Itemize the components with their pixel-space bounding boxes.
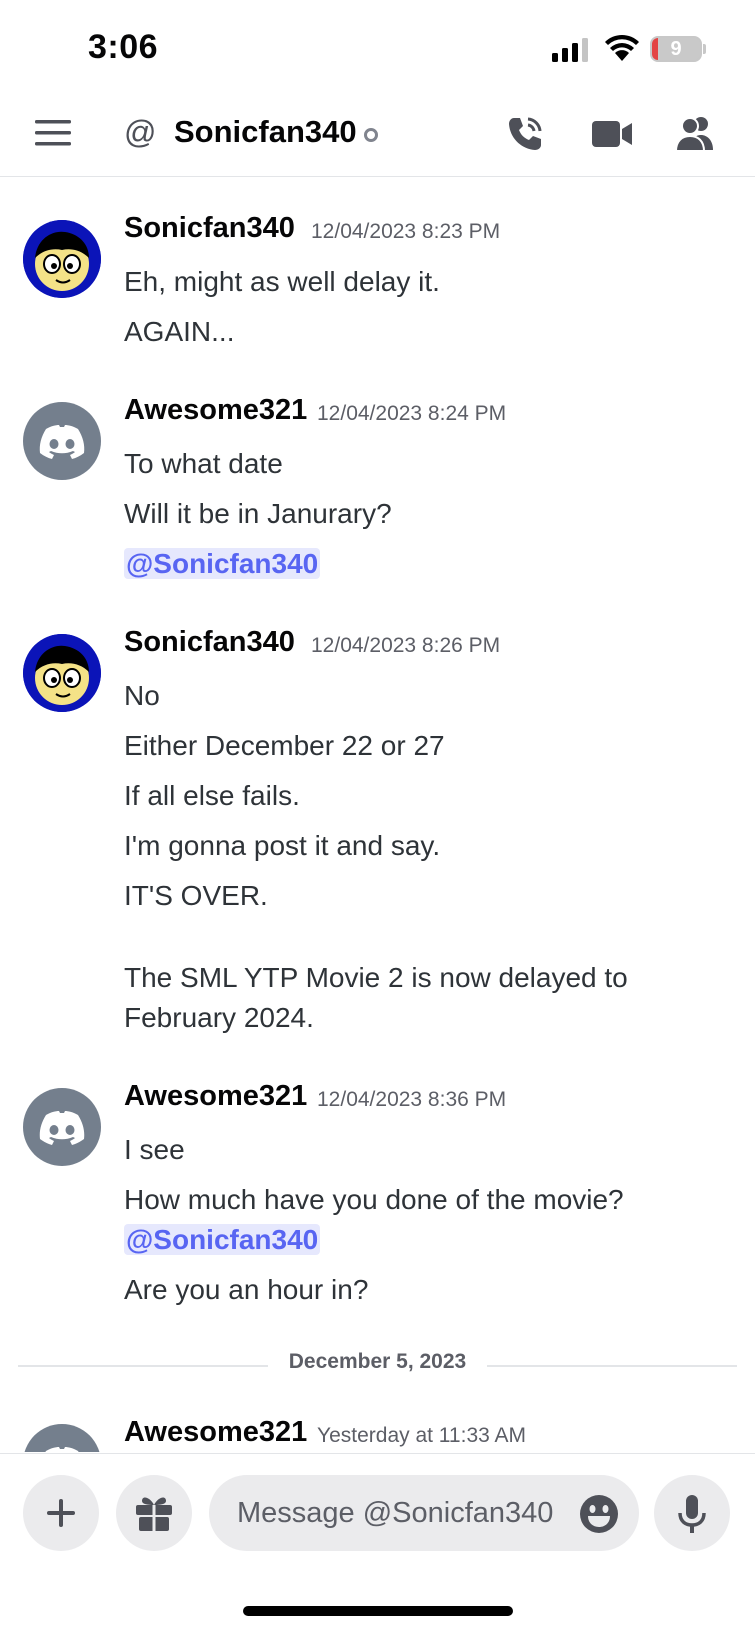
page-title[interactable]: Sonicfan340: [174, 114, 357, 150]
microphone-icon: [678, 1495, 706, 1533]
message-text: If all else fails.: [124, 780, 300, 811]
message-list[interactable]: Sonicfan340 12/04/2023 8:23 PM Eh, might…: [0, 178, 755, 1452]
message-timestamp: 12/04/2023 8:36 PM: [317, 1088, 507, 1111]
at-icon: @: [124, 114, 157, 150]
message-timestamp: 12/04/2023 8:23 PM: [311, 220, 501, 243]
message-text: The SML YTP Movie 2 is now delayed to: [124, 962, 628, 993]
message-author[interactable]: Sonicfan340: [124, 212, 295, 245]
message-text: I see: [124, 1134, 185, 1165]
home-indicator: [243, 1606, 513, 1616]
message-author[interactable]: Awesome321: [124, 1416, 307, 1449]
message-text: Either December 22 or 27: [124, 730, 445, 761]
discord-logo-icon: [45, 1447, 79, 1452]
wifi-icon: [605, 34, 639, 61]
avatar[interactable]: [23, 634, 101, 712]
message-timestamp: 12/04/2023 8:24 PM: [317, 402, 507, 425]
cartoon-avatar-icon: [23, 220, 101, 298]
user-mention[interactable]: @Sonicfan340: [124, 548, 321, 579]
video-camera-icon[interactable]: [590, 117, 634, 151]
avatar[interactable]: [23, 220, 101, 298]
message-author[interactable]: Awesome321: [124, 394, 307, 427]
gift-icon: [136, 1497, 172, 1531]
voice-message-button[interactable]: [654, 1475, 730, 1551]
message-input[interactable]: [209, 1475, 639, 1551]
offline-status-icon: [364, 128, 378, 142]
message-timestamp: Yesterday at 11:33 AM: [317, 1424, 526, 1447]
message-text: No: [124, 680, 160, 711]
message-author[interactable]: Sonicfan340: [124, 626, 295, 659]
avatar[interactable]: [23, 1424, 101, 1452]
message-timestamp: 12/04/2023 8:26 PM: [311, 634, 501, 657]
battery-level: 9: [670, 38, 682, 60]
gift-button[interactable]: [116, 1475, 192, 1551]
message-text: AGAIN...: [124, 316, 235, 347]
plus-icon: [47, 1499, 75, 1527]
discord-logo-icon: [39, 1111, 85, 1145]
message-text: Are you an hour in?: [124, 1274, 369, 1305]
emoji-icon[interactable]: [579, 1494, 619, 1534]
add-attachment-button[interactable]: [23, 1475, 99, 1551]
message-text: I'm gonna post it and say.: [124, 830, 441, 861]
avatar[interactable]: [23, 1088, 101, 1166]
message-text: To what date: [124, 448, 283, 479]
date-divider-label: December 5, 2023: [288, 1350, 467, 1373]
message-author[interactable]: Awesome321: [124, 1080, 307, 1113]
message-text: Eh, might as well delay it.: [124, 266, 440, 297]
members-icon[interactable]: [675, 114, 717, 152]
battery-icon: 9: [650, 36, 702, 62]
message-text: IT'S OVER.: [124, 880, 268, 911]
channel-header: [0, 100, 755, 177]
user-mention[interactable]: @Sonicfan340: [124, 1224, 321, 1255]
discord-logo-icon: [39, 425, 85, 459]
cartoon-avatar-icon: [23, 634, 101, 712]
message-text: How much have you done of the movie?: [124, 1184, 624, 1215]
message-text: February 2024.: [124, 1002, 314, 1033]
status-bar: 3:06 9: [0, 0, 755, 100]
cellular-signal-icon: [552, 36, 590, 62]
message-text: Will it be in Janurary?: [124, 498, 392, 529]
status-time: 3:06: [88, 28, 159, 66]
menu-icon[interactable]: [35, 118, 73, 148]
avatar[interactable]: [23, 402, 101, 480]
phone-call-icon[interactable]: [505, 114, 545, 154]
